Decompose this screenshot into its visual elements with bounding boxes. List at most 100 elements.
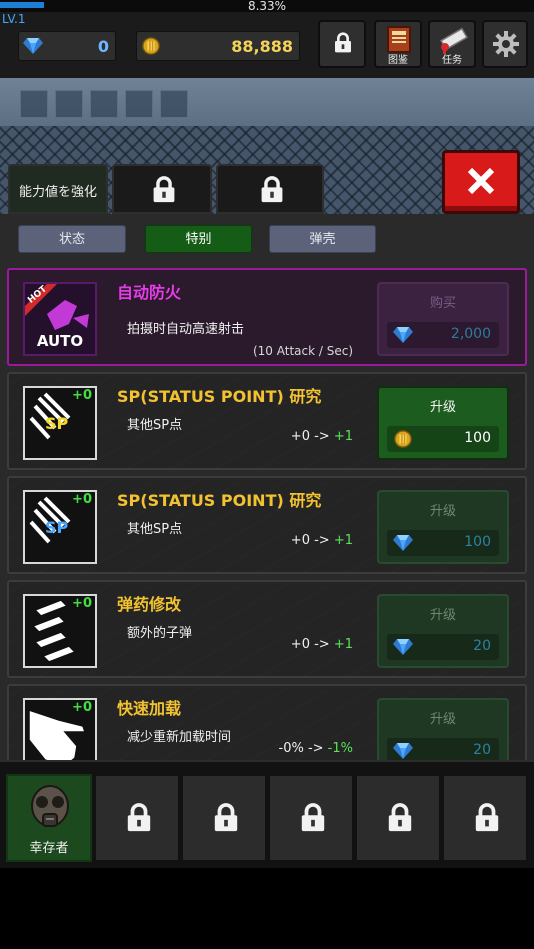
character-slot-locked[interactable] (181, 774, 267, 862)
item-title: 弹药修改 (117, 595, 182, 614)
price-value: 20 (473, 638, 491, 654)
book-icon (387, 26, 411, 53)
sp-icon: SP +0 (23, 490, 97, 564)
gold-value: 88,888 (231, 37, 293, 56)
lock-icon (386, 803, 414, 833)
gem-value: 0 (97, 37, 109, 56)
upgrade-label: 升级 (429, 608, 456, 623)
gem-icon (393, 326, 413, 344)
coin-icon (393, 430, 413, 448)
character-slot-locked[interactable] (442, 774, 528, 862)
gem-icon (23, 37, 43, 55)
buy-label: 购买 (429, 296, 456, 311)
price-value: 2,000 (450, 326, 491, 342)
item-effect: (10 Attack / Sec) (253, 344, 353, 358)
xp-bar: 8.33% (0, 0, 534, 13)
list-item: SP +0 SP(STATUS POINT) 研究 其他SP点 +0 -> +1… (7, 476, 527, 574)
effect-next: -1% (327, 741, 353, 756)
bullets-icon: +0 (23, 594, 97, 668)
price-box: 2,000 (387, 322, 499, 348)
effect-next: +1 (333, 533, 353, 548)
settings-button[interactable] (482, 20, 528, 68)
scroll-icon (440, 27, 468, 54)
item-title: 自动防火 (117, 283, 182, 302)
lock-icon (125, 803, 153, 833)
collection-label: 图鉴 (388, 55, 408, 66)
upgrade-label: 升级 (429, 400, 456, 415)
sp-label: SP (45, 518, 69, 537)
effect-current: +0 -> (290, 429, 330, 444)
price-box: 100 (387, 426, 499, 452)
upgrade-button[interactable]: 升级 20 (377, 698, 509, 760)
upgrade-button[interactable]: 升级 100 (377, 490, 509, 564)
banner-badge-icon (55, 90, 83, 118)
level-plus: +0 (72, 596, 92, 611)
gem-icon (393, 638, 413, 656)
tab-shells[interactable]: 弹壳 (269, 225, 376, 253)
xp-percent: 8.33% (247, 0, 287, 13)
banner-badge-icon (20, 90, 48, 118)
price-value: 100 (464, 430, 491, 446)
top-bar: 8.33% LV.1 0 88,888 图鉴 任务 (0, 0, 534, 78)
list-item: +0 弹药修改 额外的子弹 +0 -> +1 升级 20 (7, 580, 527, 678)
item-desc: 其他SP点 (127, 522, 183, 537)
item-desc: 其他SP点 (127, 418, 183, 433)
effect-next: +1 (333, 637, 353, 652)
lock-icon (473, 803, 501, 833)
lock-icon (151, 176, 177, 204)
quest-button[interactable]: 任务 (428, 20, 476, 68)
price-box: 100 (387, 530, 499, 556)
auto-fire-icon: HOT AUTO (23, 282, 97, 356)
tab-upgrade-stats-label: 能力値を強化 (18, 185, 97, 200)
bottom-blank-area (0, 868, 534, 949)
coin-icon (141, 37, 161, 55)
list-item: +0 快速加载 减少重新加载时间 -0% -> -1% 升级 20 (7, 684, 527, 760)
banner-badge-icon (125, 90, 153, 118)
item-desc: 减少重新加载时间 (127, 730, 232, 745)
item-title: 快速加载 (117, 699, 182, 718)
collection-button[interactable]: 图鉴 (374, 20, 422, 68)
level-plus: +0 (72, 492, 92, 507)
list-item: SP +0 SP(STATUS POINT) 研究 其他SP点 +0 -> +1… (7, 372, 527, 470)
gem-icon (393, 742, 413, 760)
upgrade-button[interactable]: 升级 100 (377, 386, 509, 460)
effect-next: +1 (333, 429, 353, 444)
close-button[interactable] (442, 150, 520, 214)
item-title: SP(STATUS POINT) 研究 (117, 387, 322, 406)
character-slot-locked[interactable] (268, 774, 354, 862)
tab-locked-1[interactable] (112, 164, 212, 214)
tab-special[interactable]: 特别 (145, 225, 252, 253)
sp-icon: SP +0 (23, 386, 97, 460)
banner-icon-row (20, 90, 188, 118)
effect-current: +0 -> (290, 637, 330, 652)
level-plus: +0 (72, 388, 92, 403)
level-label: LV.1 (2, 12, 26, 26)
item-effect: -0% -> -1% (279, 741, 354, 756)
character-bar: 幸存者 (0, 760, 534, 868)
tab-locked-2[interactable] (216, 164, 324, 214)
character-slot-survivor[interactable]: 幸存者 (6, 774, 92, 862)
price-value: 20 (473, 742, 491, 758)
list-item: HOT AUTO 自动防火 拍摄时自动高速射击 (10 Attack / Sec… (7, 268, 527, 366)
tab-upgrade-stats[interactable]: 能力値を強化 (8, 164, 108, 214)
banner-badge-icon (90, 90, 118, 118)
upgrade-list[interactable]: HOT AUTO 自动防火 拍摄时自动高速射击 (10 Attack / Sec… (0, 264, 534, 760)
sp-label: SP (45, 414, 69, 433)
lock-button[interactable] (318, 20, 366, 68)
tab-status[interactable]: 状态 (18, 225, 126, 253)
price-value: 100 (464, 534, 491, 550)
upgrade-button[interactable]: 升级 20 (377, 594, 509, 668)
character-slot-locked[interactable] (355, 774, 441, 862)
upgrade-label: 升级 (429, 712, 456, 727)
item-desc: 拍摄时自动高速射击 (127, 322, 245, 337)
item-title: SP(STATUS POINT) 研究 (117, 491, 322, 510)
lock-icon (212, 803, 240, 833)
character-label: 幸存者 (29, 841, 69, 856)
item-effect: +0 -> +1 (291, 533, 353, 548)
buy-button[interactable]: 购买 2,000 (377, 282, 509, 356)
character-slot-locked[interactable] (94, 774, 180, 862)
price-box: 20 (387, 738, 499, 760)
item-effect: +0 -> +1 (291, 429, 353, 444)
quest-label: 任务 (442, 55, 462, 66)
banner-badge-icon (160, 90, 188, 118)
